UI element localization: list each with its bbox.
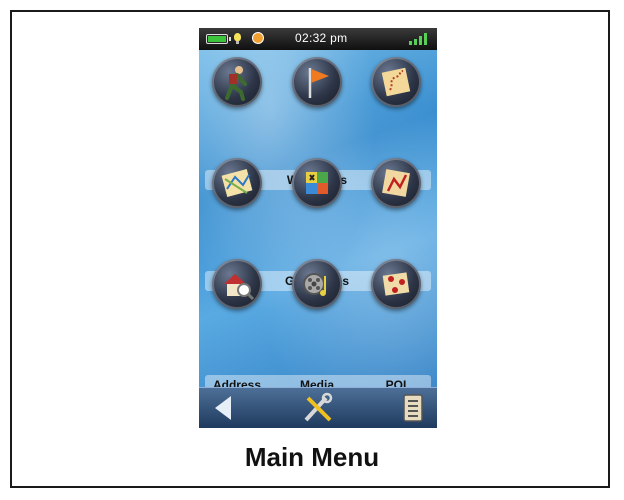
map-icon[interactable] [212, 158, 262, 208]
figure-caption: Main Menu [244, 442, 380, 472]
track-map-icon[interactable] [371, 57, 421, 107]
hiker-icon[interactable] [212, 57, 262, 107]
signal-icon [409, 33, 429, 45]
poi-map-icon[interactable] [371, 259, 421, 309]
bottom-toolbar [199, 387, 437, 428]
house-icon[interactable] [212, 259, 262, 309]
route-icon[interactable] [371, 158, 421, 208]
clock-text: 02:32 pm [295, 31, 348, 45]
flag-icon[interactable] [292, 57, 342, 107]
tools-icon[interactable] [300, 392, 336, 424]
back-arrow-icon[interactable] [205, 392, 241, 424]
battery-icon [206, 34, 231, 44]
bulb-icon [234, 33, 241, 44]
geocache-icon[interactable] [292, 158, 342, 208]
list-icon[interactable] [395, 392, 431, 424]
compass-icon [252, 32, 264, 44]
device-screen: 02:32 pm Start Waypoints Tracks Maps [199, 28, 437, 428]
status-bar: 02:32 pm [199, 28, 437, 50]
film-icon[interactable] [292, 259, 342, 309]
